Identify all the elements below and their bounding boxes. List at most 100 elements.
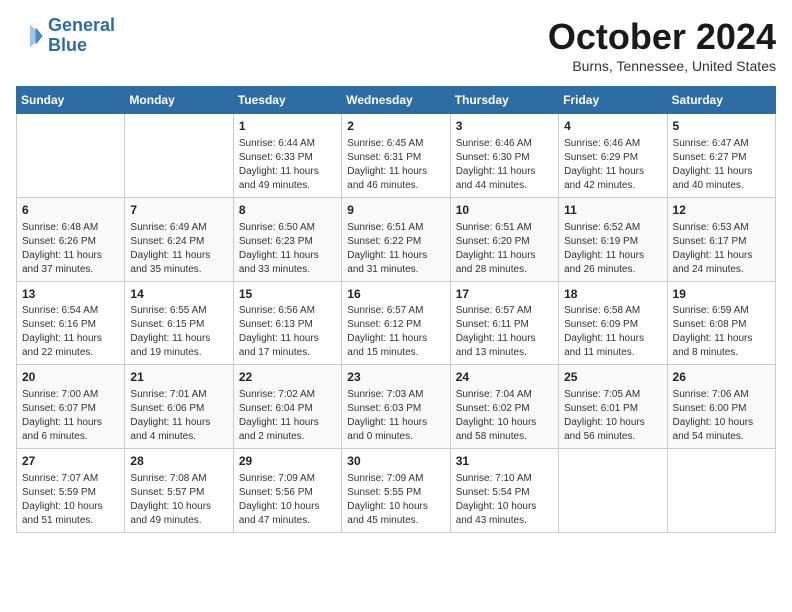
day-number: 6 (22, 202, 119, 219)
sunrise-text: Sunrise: 7:05 AM (564, 388, 661, 402)
calendar-week-row: 27 Sunrise: 7:07 AMSunset: 5:59 PMDayligh… (17, 449, 776, 533)
day-number: 26 (673, 369, 770, 386)
sunrise-text: Sunrise: 6:53 AM (673, 221, 770, 235)
calendar-cell: 9Sunrise: 6:51 AMSunset: 6:22 PMDaylight… (342, 197, 450, 281)
sunrise-text: Sunrise: 7:10 AM (456, 472, 553, 486)
sunset-text: Sunset: 6:26 PM (22, 235, 119, 249)
daylight-text: Daylight: 10 hours and 51 minutes. (22, 500, 119, 528)
day-details: Sunrise: 6:50 AMSunset: 6:23 PMDaylight:… (239, 221, 336, 277)
month-title: October 2024 (548, 16, 776, 58)
day-number: 29 (239, 453, 336, 470)
sunrise-text: Sunrise: 7:03 AM (347, 388, 444, 402)
day-details: Sunrise: 6:47 AMSunset: 6:27 PMDaylight:… (673, 137, 770, 193)
daylight-text: Daylight: 10 hours and 54 minutes. (673, 416, 770, 444)
day-details: Sunrise: 7:08 AMSunset: 5:57 PMDaylight:… (130, 472, 227, 528)
weekday-header: Saturday (667, 87, 775, 114)
day-number: 27 (22, 453, 119, 470)
daylight-text: Daylight: 11 hours and 17 minutes. (239, 332, 336, 360)
calendar-cell: 21Sunrise: 7:01 AMSunset: 6:06 PMDayligh… (125, 365, 233, 449)
title-block: October 2024 Burns, Tennessee, United St… (548, 16, 776, 74)
calendar-cell: 14Sunrise: 6:55 AMSunset: 6:15 PMDayligh… (125, 281, 233, 365)
day-number: 20 (22, 369, 119, 386)
calendar-cell (667, 449, 775, 533)
daylight-text: Daylight: 11 hours and 35 minutes. (130, 249, 227, 277)
sunrise-text: Sunrise: 6:54 AM (22, 304, 119, 318)
day-details: Sunrise: 7:04 AMSunset: 6:02 PMDaylight:… (456, 388, 553, 444)
day-details: Sunrise: 7:07 AMSunset: 5:59 PMDaylight:… (22, 472, 119, 528)
day-number: 10 (456, 202, 553, 219)
calendar-cell: 25 Sunrise: 7:05 AMSunset: 6:01 PMDayligh… (559, 365, 667, 449)
location: Burns, Tennessee, United States (548, 58, 776, 74)
sunset-text: Sunset: 6:19 PM (564, 235, 661, 249)
day-details: Sunrise: 7:06 AMSunset: 6:00 PMDaylight:… (673, 388, 770, 444)
day-number: 9 (347, 202, 444, 219)
day-number: 8 (239, 202, 336, 219)
daylight-text: Daylight: 11 hours and 28 minutes. (456, 249, 553, 277)
calendar-week-row: 1Sunrise: 6:44 AMSunset: 6:33 PMDaylight… (17, 114, 776, 198)
calendar-week-row: 6Sunrise: 6:48 AMSunset: 6:26 PMDaylight… (17, 197, 776, 281)
logo-line1: General (48, 15, 115, 35)
daylight-text: Daylight: 11 hours and 13 minutes. (456, 332, 553, 360)
sunset-text: Sunset: 6:27 PM (673, 151, 770, 165)
sunset-text: Sunset: 6:11 PM (456, 318, 553, 332)
day-details: Sunrise: 7:10 AMSunset: 5:54 PMDaylight:… (456, 472, 553, 528)
day-details: Sunrise: 7:05 AMSunset: 6:01 PMDaylight:… (564, 388, 661, 444)
sunrise-text: Sunrise: 7:08 AM (130, 472, 227, 486)
daylight-text: Daylight: 10 hours and 56 minutes. (564, 416, 661, 444)
daylight-text: Daylight: 10 hours and 58 minutes. (456, 416, 553, 444)
day-number: 30 (347, 453, 444, 470)
calendar-week-row: 20Sunrise: 7:00 AMSunset: 6:07 PMDayligh… (17, 365, 776, 449)
daylight-text: Daylight: 11 hours and 4 minutes. (130, 416, 227, 444)
daylight-text: Daylight: 11 hours and 31 minutes. (347, 249, 444, 277)
daylight-text: Daylight: 11 hours and 6 minutes. (22, 416, 119, 444)
sunrise-text: Sunrise: 6:59 AM (673, 304, 770, 318)
sunrise-text: Sunrise: 6:51 AM (456, 221, 553, 235)
daylight-text: Daylight: 11 hours and 11 minutes. (564, 332, 661, 360)
day-number: 25 (564, 369, 661, 386)
calendar-cell: 30Sunrise: 7:09 AMSunset: 5:55 PMDayligh… (342, 449, 450, 533)
daylight-text: Daylight: 10 hours and 49 minutes. (130, 500, 227, 528)
sunrise-text: Sunrise: 7:00 AM (22, 388, 119, 402)
sunset-text: Sunset: 6:08 PM (673, 318, 770, 332)
day-details: Sunrise: 7:02 AMSunset: 6:04 PMDaylight:… (239, 388, 336, 444)
calendar-week-row: 13Sunrise: 6:54 AMSunset: 6:16 PMDayligh… (17, 281, 776, 365)
sunset-text: Sunset: 6:17 PM (673, 235, 770, 249)
calendar-cell: 26 Sunrise: 7:06 AMSunset: 6:00 PMDayligh… (667, 365, 775, 449)
day-number: 3 (456, 118, 553, 135)
sunset-text: Sunset: 6:24 PM (130, 235, 227, 249)
daylight-text: Daylight: 11 hours and 46 minutes. (347, 165, 444, 193)
calendar-cell: 19Sunrise: 6:59 AMSunset: 6:08 PMDayligh… (667, 281, 775, 365)
day-details: Sunrise: 6:49 AMSunset: 6:24 PMDaylight:… (130, 221, 227, 277)
day-details: Sunrise: 6:52 AMSunset: 6:19 PMDaylight:… (564, 221, 661, 277)
day-number: 31 (456, 453, 553, 470)
day-details: Sunrise: 7:09 AMSunset: 5:56 PMDaylight:… (239, 472, 336, 528)
day-number: 22 (239, 369, 336, 386)
sunrise-text: Sunrise: 6:57 AM (456, 304, 553, 318)
sunset-text: Sunset: 6:02 PM (456, 402, 553, 416)
sunset-text: Sunset: 5:57 PM (130, 486, 227, 500)
day-details: Sunrise: 6:59 AMSunset: 6:08 PMDaylight:… (673, 304, 770, 360)
calendar-cell: 18Sunrise: 6:58 AMSunset: 6:09 PMDayligh… (559, 281, 667, 365)
sunset-text: Sunset: 6:20 PM (456, 235, 553, 249)
sunrise-text: Sunrise: 7:04 AM (456, 388, 553, 402)
sunset-text: Sunset: 6:06 PM (130, 402, 227, 416)
daylight-text: Daylight: 11 hours and 26 minutes. (564, 249, 661, 277)
day-details: Sunrise: 6:54 AMSunset: 6:16 PMDaylight:… (22, 304, 119, 360)
daylight-text: Daylight: 11 hours and 8 minutes. (673, 332, 770, 360)
calendar-cell: 4Sunrise: 6:46 AMSunset: 6:29 PMDaylight… (559, 114, 667, 198)
sunrise-text: Sunrise: 6:49 AM (130, 221, 227, 235)
weekday-header: Tuesday (233, 87, 341, 114)
sunrise-text: Sunrise: 6:52 AM (564, 221, 661, 235)
sunrise-text: Sunrise: 6:56 AM (239, 304, 336, 318)
daylight-text: Daylight: 11 hours and 42 minutes. (564, 165, 661, 193)
calendar-cell: 12Sunrise: 6:53 AMSunset: 6:17 PMDayligh… (667, 197, 775, 281)
calendar-cell: 10 Sunrise: 6:51 AMSunset: 6:20 PMDayligh… (450, 197, 558, 281)
sunrise-text: Sunrise: 6:45 AM (347, 137, 444, 151)
day-details: Sunrise: 7:03 AMSunset: 6:03 PMDaylight:… (347, 388, 444, 444)
calendar-cell: 16Sunrise: 6:57 AMSunset: 6:12 PMDayligh… (342, 281, 450, 365)
daylight-text: Daylight: 11 hours and 24 minutes. (673, 249, 770, 277)
day-number: 15 (239, 286, 336, 303)
daylight-text: Daylight: 11 hours and 33 minutes. (239, 249, 336, 277)
day-details: Sunrise: 6:56 AMSunset: 6:13 PMDaylight:… (239, 304, 336, 360)
calendar-cell: 23Sunrise: 7:03 AMSunset: 6:03 PMDayligh… (342, 365, 450, 449)
